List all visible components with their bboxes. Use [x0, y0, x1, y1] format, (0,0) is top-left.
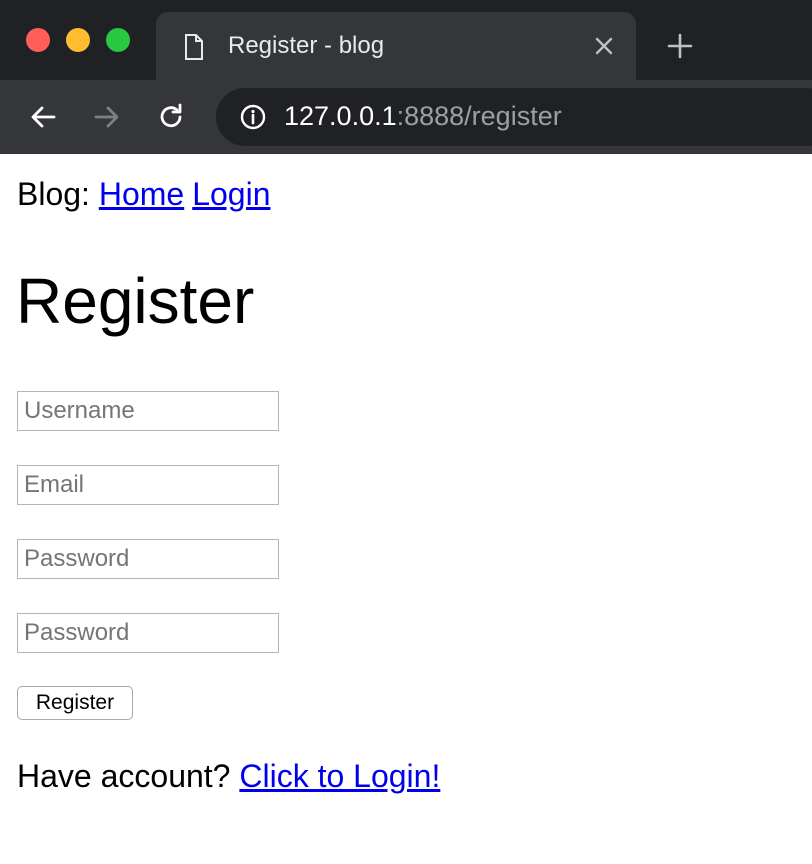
login-prompt: Have account? Click to Login!: [17, 758, 440, 795]
back-arrow-icon[interactable]: [28, 102, 58, 132]
plus-icon[interactable]: [666, 32, 694, 60]
password-input[interactable]: [17, 539, 279, 579]
login-link[interactable]: Click to Login!: [239, 758, 440, 794]
login-prompt-text: Have account?: [17, 758, 231, 794]
page-icon: [185, 34, 203, 60]
tab-title: Register - blog: [228, 32, 385, 59]
browser-toolbar: 127.0.0.1:8888/register: [0, 80, 812, 154]
site-nav: Blog: Home Login: [17, 176, 270, 213]
nav-login-link[interactable]: Login: [192, 176, 270, 212]
reload-icon[interactable]: [156, 102, 186, 132]
page-title: Register: [16, 265, 255, 337]
forward-arrow-icon[interactable]: [92, 102, 122, 132]
username-input[interactable]: [17, 391, 279, 431]
register-button[interactable]: Register: [17, 686, 133, 720]
page-content: Blog: HomeLogin Register Register Have a…: [0, 154, 812, 864]
minimize-window-button[interactable]: [66, 28, 90, 52]
close-icon[interactable]: [592, 34, 616, 58]
maximize-window-button[interactable]: [106, 28, 130, 52]
email-input[interactable]: [17, 465, 279, 505]
close-window-button[interactable]: [26, 28, 50, 52]
url-host: 127.0.0.1: [284, 101, 397, 131]
url-path: :8888/register: [396, 101, 562, 131]
password-confirm-input[interactable]: [17, 613, 279, 653]
address-bar[interactable]: 127.0.0.1:8888/register: [216, 88, 812, 146]
nav-home-link[interactable]: Home: [99, 176, 184, 212]
nav-prefix: Blog:: [17, 176, 90, 212]
info-icon[interactable]: [240, 104, 266, 130]
browser-tabstrip: Register - blog: [0, 0, 812, 80]
browser-tab-active[interactable]: Register - blog: [156, 12, 636, 80]
url-text: 127.0.0.1:8888/register: [284, 101, 562, 132]
